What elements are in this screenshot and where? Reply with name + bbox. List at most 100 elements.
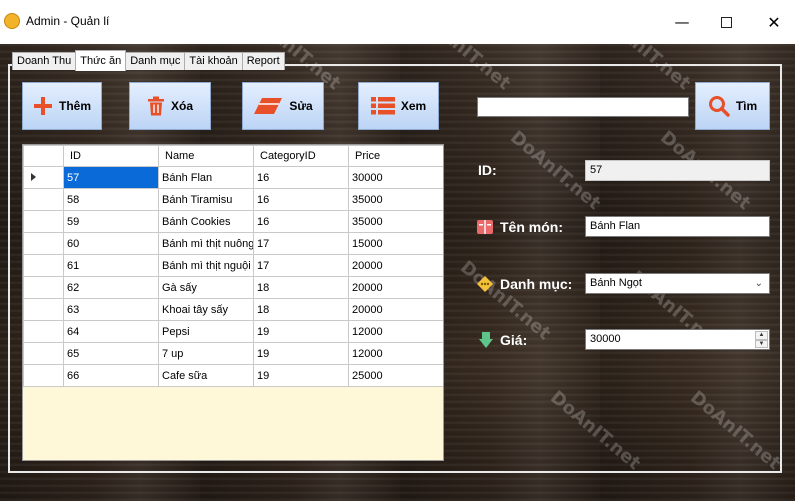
category-tag-icon: [477, 276, 493, 292]
cell-name[interactable]: Bánh mì thịt nuông: [158, 232, 254, 255]
close-button[interactable]: ✕: [762, 10, 786, 34]
cell-id[interactable]: 66: [63, 364, 159, 387]
cell-category[interactable]: 19: [253, 320, 349, 343]
category-label: Danh mục:: [476, 275, 572, 293]
cell-price[interactable]: 15000: [348, 232, 443, 255]
chevron-down-icon: ⌄: [754, 278, 763, 289]
cell-price[interactable]: 25000: [348, 364, 443, 387]
cell-id[interactable]: 60: [63, 232, 159, 255]
row-selector[interactable]: [23, 166, 64, 189]
row-selector[interactable]: [23, 342, 64, 365]
cell-price[interactable]: 35000: [348, 188, 443, 211]
row-selector[interactable]: [23, 254, 64, 277]
edit-button[interactable]: Sửa: [242, 82, 324, 130]
cell-category[interactable]: 19: [253, 342, 349, 365]
tab-thuc-an[interactable]: Thức ăn: [75, 50, 127, 71]
cell-id[interactable]: 63: [63, 298, 159, 321]
tab-tai-khoan[interactable]: Tài khoản: [184, 52, 243, 70]
table-row[interactable]: 63 Khoai tây sấy 18 20000: [23, 298, 443, 321]
cell-category[interactable]: 19: [253, 364, 349, 387]
table-row[interactable]: 58 Bánh Tiramisu 16 35000: [23, 188, 443, 211]
add-button[interactable]: Thêm: [22, 82, 102, 130]
cell-name[interactable]: Khoai tây sấy: [158, 298, 254, 321]
cell-id[interactable]: 58: [63, 188, 159, 211]
menu-card-icon: [477, 220, 493, 234]
table-row[interactable]: 59 Bánh Cookies 16 35000: [23, 210, 443, 233]
cell-name[interactable]: Gà sấy: [158, 276, 254, 299]
cell-category[interactable]: 17: [253, 232, 349, 255]
tab-doanh-thu[interactable]: Doanh Thu: [12, 52, 77, 70]
column-header-category[interactable]: CategoryID: [253, 145, 349, 167]
minimize-button[interactable]: —: [670, 10, 694, 34]
table-row[interactable]: 60 Bánh mì thịt nuông 17 15000: [23, 232, 443, 255]
cell-price[interactable]: 35000: [348, 210, 443, 233]
food-grid[interactable]: ID Name CategoryID Price 57 Bánh Flan 16…: [22, 144, 444, 461]
price-spin-buttons[interactable]: ▲ ▼: [755, 331, 768, 348]
cell-id[interactable]: 65: [63, 342, 159, 365]
price-stepper[interactable]: 30000 ▲ ▼: [585, 329, 770, 350]
cell-id[interactable]: 64: [63, 320, 159, 343]
tab-danh-muc[interactable]: Danh mục: [125, 52, 186, 70]
maximize-button[interactable]: [714, 10, 738, 34]
table-row[interactable]: 57 Bánh Flan 16 30000: [23, 166, 443, 189]
cell-name[interactable]: Bánh mì thịt nguội: [158, 254, 254, 277]
row-selector[interactable]: [23, 232, 64, 255]
row-selector[interactable]: [23, 320, 64, 343]
search-input[interactable]: [477, 97, 689, 117]
cell-category[interactable]: 16: [253, 210, 349, 233]
cell-name[interactable]: Bánh Flan: [158, 166, 254, 189]
trash-icon: [147, 96, 164, 116]
row-selector[interactable]: [23, 188, 64, 211]
cell-price[interactable]: 20000: [348, 254, 443, 277]
table-row[interactable]: 61 Bánh mì thịt nguội 17 20000: [23, 254, 443, 277]
view-button[interactable]: Xem: [358, 82, 439, 130]
row-selector[interactable]: [23, 276, 64, 299]
food-table: ID Name CategoryID Price 57 Bánh Flan 16…: [23, 145, 443, 387]
name-value: Bánh Flan: [590, 220, 641, 232]
maximize-icon: [720, 16, 732, 28]
id-field[interactable]: 57: [585, 160, 770, 181]
row-selector[interactable]: [23, 210, 64, 233]
category-dropdown[interactable]: Bánh Ngọt ⌄: [585, 273, 770, 294]
cell-price[interactable]: 20000: [348, 276, 443, 299]
search-button[interactable]: Tìm: [695, 82, 770, 130]
column-header-name[interactable]: Name: [158, 145, 254, 167]
table-row[interactable]: 66 Cafe sữa 19 25000: [23, 364, 443, 387]
cell-name[interactable]: Cafe sữa: [158, 364, 254, 387]
table-row[interactable]: 65 7 up 19 12000: [23, 342, 443, 365]
cell-category[interactable]: 18: [253, 276, 349, 299]
window-title: Admin - Quản lí: [26, 14, 110, 28]
cell-name[interactable]: 7 up: [158, 342, 254, 365]
row-selector[interactable]: [23, 298, 64, 321]
table-row[interactable]: 64 Pepsi 19 12000: [23, 320, 443, 343]
column-header-price[interactable]: Price: [348, 145, 443, 167]
cell-name[interactable]: Bánh Cookies: [158, 210, 254, 233]
table-row[interactable]: 62 Gà sấy 18 20000: [23, 276, 443, 299]
spin-up-icon[interactable]: ▲: [755, 331, 768, 340]
delete-button[interactable]: Xóa: [129, 82, 211, 130]
row-selector[interactable]: [23, 364, 64, 387]
spin-down-icon[interactable]: ▼: [755, 339, 768, 348]
delete-button-label: Xóa: [170, 99, 193, 113]
cell-price[interactable]: 12000: [348, 342, 443, 365]
cell-id[interactable]: 61: [63, 254, 159, 277]
cell-id[interactable]: 57: [63, 166, 159, 189]
cell-price[interactable]: 30000: [348, 166, 443, 189]
id-value: 57: [590, 164, 603, 176]
cell-id[interactable]: 59: [63, 210, 159, 233]
cell-id[interactable]: 62: [63, 276, 159, 299]
cell-category[interactable]: 16: [253, 166, 349, 189]
cell-name[interactable]: Bánh Tiramisu: [158, 188, 254, 211]
id-label-text: ID:: [478, 162, 497, 178]
cell-category[interactable]: 16: [253, 188, 349, 211]
cell-price[interactable]: 20000: [348, 298, 443, 321]
column-header-id[interactable]: ID: [63, 145, 159, 167]
view-button-label: Xem: [400, 99, 427, 113]
tab-report[interactable]: Report: [241, 52, 285, 70]
cell-category[interactable]: 18: [253, 298, 349, 321]
cell-category[interactable]: 17: [253, 254, 349, 277]
cell-price[interactable]: 12000: [348, 320, 443, 343]
price-label-text: Giá:: [500, 332, 528, 348]
name-field[interactable]: Bánh Flan: [585, 216, 770, 237]
cell-name[interactable]: Pepsi: [158, 320, 254, 343]
